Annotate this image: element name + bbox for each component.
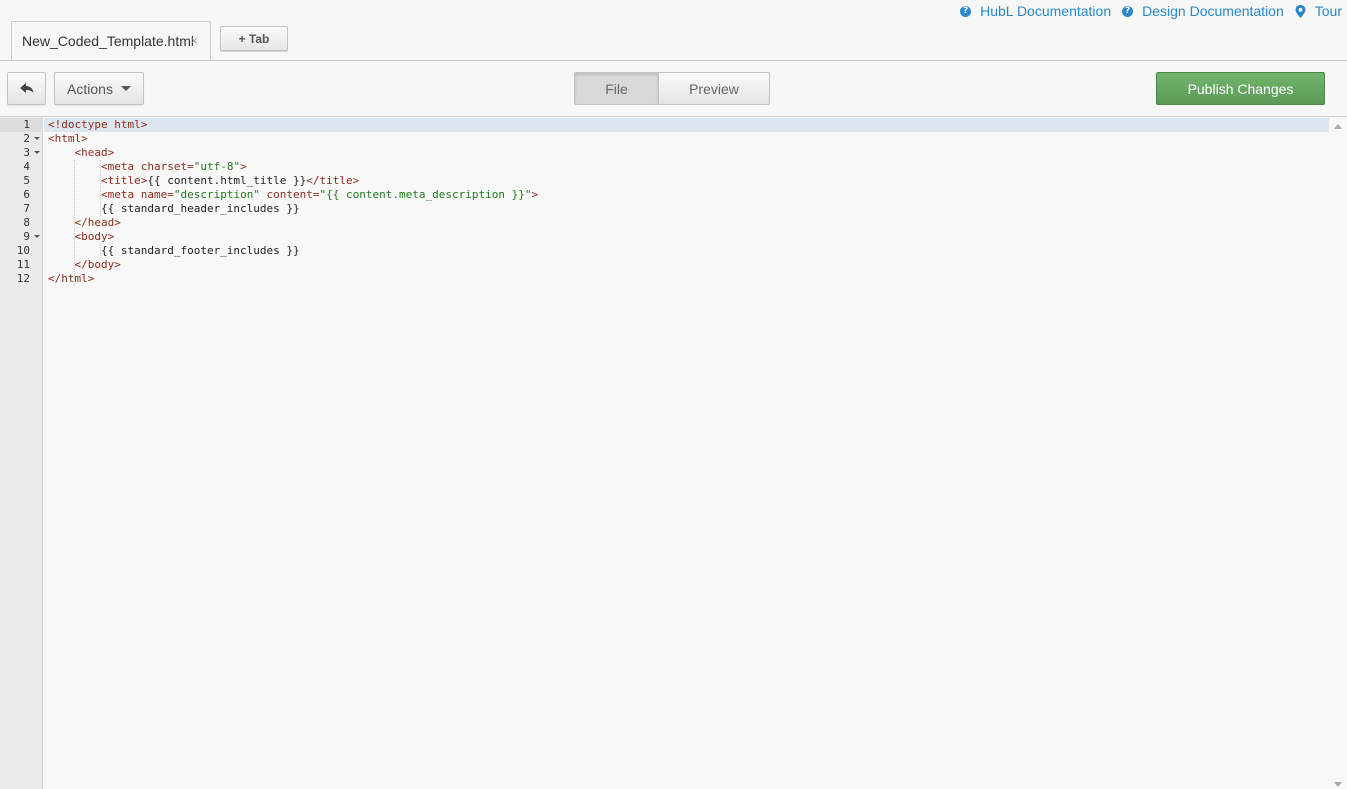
line-number: 8 <box>23 216 30 229</box>
actions-dropdown-button[interactable]: Actions <box>54 72 144 105</box>
gutter-row: 9 <box>0 230 43 244</box>
code-area[interactable]: <!doctype html> <html> <head> <meta chars… <box>44 117 1330 789</box>
code-line[interactable]: {{ standard_header_includes }} <box>48 202 300 216</box>
vertical-scrollbar[interactable] <box>1330 117 1347 789</box>
fold-arrow-icon[interactable] <box>34 137 40 140</box>
code-line[interactable]: <body> <box>48 230 115 244</box>
line-number: 2 <box>23 132 30 145</box>
publish-changes-button[interactable]: Publish Changes <box>1156 72 1325 105</box>
code-line[interactable]: <html> <box>48 132 88 146</box>
gutter-row: 8 <box>0 216 43 230</box>
gutter-row: 6 <box>0 188 43 202</box>
active-line-highlight <box>44 118 1329 132</box>
line-number: 3 <box>23 146 30 159</box>
line-number: 4 <box>23 160 30 173</box>
gutter-row: 4 <box>0 160 43 174</box>
code-line[interactable]: <head> <box>48 146 115 160</box>
line-number: 7 <box>23 202 30 215</box>
code-line[interactable]: </html> <box>48 272 94 286</box>
line-number-gutter: 1 2 3 4 5 6 7 8 9 10 11 12 <box>0 117 43 789</box>
tab-label: New_Coded_Template.html <box>22 32 194 49</box>
line-number: 5 <box>23 174 30 187</box>
fold-arrow-icon[interactable] <box>34 235 40 238</box>
code-line[interactable]: <meta name="description" content="{{ con… <box>48 188 538 202</box>
code-line[interactable]: </head> <box>48 216 121 230</box>
code-line[interactable]: </body> <box>48 258 121 272</box>
line-number: 12 <box>16 272 30 285</box>
code-editor[interactable]: 1 2 3 4 5 6 7 8 9 10 11 12 <!doctype html> <html> <h… <box>0 116 1347 789</box>
scroll-up-arrow-icon[interactable] <box>1334 124 1342 129</box>
file-view-button[interactable]: File <box>574 72 659 105</box>
close-tab-icon[interactable]: × <box>190 33 198 48</box>
add-tab-button[interactable]: + Tab <box>220 26 288 51</box>
gutter-row: 11 <box>0 258 43 272</box>
tab-bar: New_Coded_Template.html × + Tab <box>0 0 1347 61</box>
gutter-row: 1 <box>0 118 43 132</box>
back-button[interactable] <box>7 72 46 105</box>
gutter-row: 5 <box>0 174 43 188</box>
gutter-row: 3 <box>0 146 43 160</box>
gutter-row: 10 <box>0 244 43 258</box>
fold-arrow-icon[interactable] <box>34 151 40 154</box>
code-line[interactable]: <meta charset="utf-8"> <box>48 160 247 174</box>
line-number: 6 <box>23 188 30 201</box>
undo-arrow-icon <box>19 81 34 97</box>
line-number: 10 <box>16 244 30 257</box>
toolbar: Actions File Preview Publish Changes <box>0 61 1347 116</box>
line-number: 1 <box>23 118 30 131</box>
code-line[interactable]: <title>{{ content.html_title }}</title> <box>48 174 359 188</box>
preview-view-button[interactable]: Preview <box>659 72 770 105</box>
gutter-row: 7 <box>0 202 43 216</box>
gutter-row: 12 <box>0 272 43 286</box>
line-number: 11 <box>16 258 30 271</box>
code-line[interactable]: <!doctype html> <box>48 118 147 132</box>
actions-label: Actions <box>67 80 113 97</box>
view-toggle: File Preview <box>574 72 770 105</box>
scroll-down-arrow-icon[interactable] <box>1334 782 1342 787</box>
code-line[interactable]: {{ standard_footer_includes }} <box>48 244 300 258</box>
tab-new-coded-template[interactable]: New_Coded_Template.html × <box>11 21 211 60</box>
caret-down-icon <box>120 86 131 91</box>
gutter-row: 2 <box>0 132 43 146</box>
line-number: 9 <box>23 230 30 243</box>
